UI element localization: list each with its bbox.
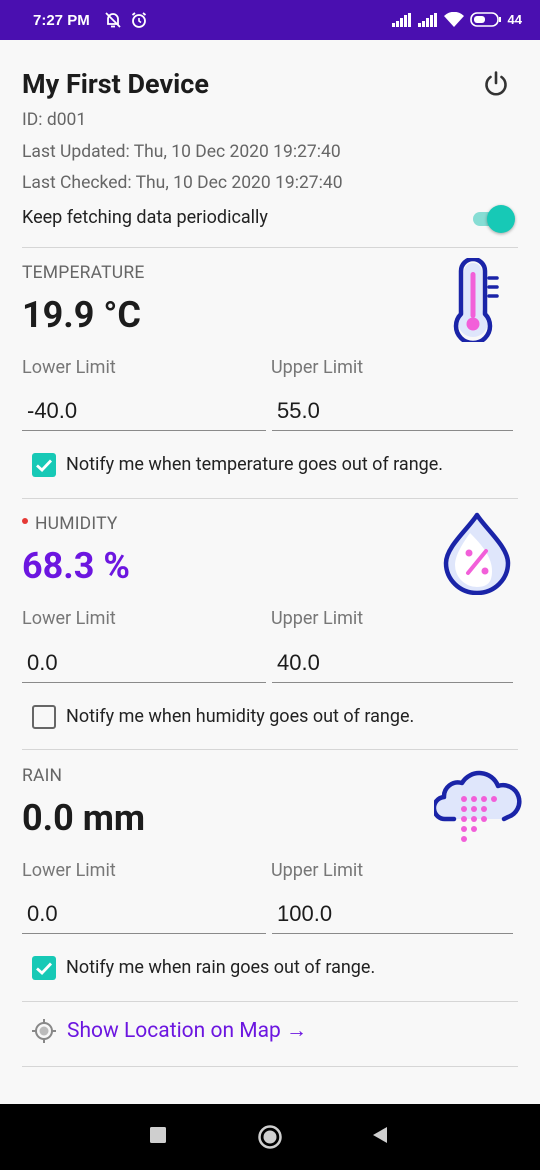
temperature-lower-label: Lower Limit	[22, 357, 116, 378]
humidity-value: 68.3 %	[22, 545, 130, 587]
status-bar: 7:27 PM 44	[0, 0, 540, 40]
humidity-upper-input[interactable]	[272, 643, 513, 683]
checkmark-icon	[36, 459, 53, 472]
temperature-lower-input[interactable]	[22, 391, 266, 431]
back-icon[interactable]	[371, 1126, 389, 1144]
temperature-value: 19.9 °C	[22, 294, 141, 336]
device-id: ID: d001	[22, 110, 87, 130]
alarm-icon	[131, 12, 147, 28]
status-icons-right: 44	[391, 12, 522, 27]
alert-dot	[22, 518, 28, 525]
checkmark-icon	[36, 962, 53, 975]
temperature-upper-input[interactable]	[272, 391, 513, 431]
humidity-lower-label: Lower Limit	[22, 608, 116, 629]
status-icons-left	[104, 11, 148, 29]
power-icon[interactable]	[482, 70, 510, 98]
recents-icon[interactable]	[149, 1126, 167, 1144]
status-time: 7:27 PM	[33, 12, 90, 29]
last-checked: Last Checked: Thu, 10 Dec 2020 19:27:40	[22, 173, 343, 193]
divider	[22, 498, 518, 499]
toggle-knob	[487, 205, 515, 233]
rain-label: RAIN	[22, 766, 63, 786]
humidity-label: HUMIDITY	[35, 514, 118, 534]
thermometer-icon	[453, 258, 499, 342]
divider	[22, 749, 518, 750]
location-target-icon	[32, 1019, 56, 1043]
divider	[22, 1066, 518, 1067]
battery-icon	[469, 12, 501, 27]
rain-lower-label: Lower Limit	[22, 860, 116, 881]
temperature-notify-label: Notify me when temperature goes out of r…	[66, 454, 444, 475]
wifi-icon	[443, 12, 464, 27]
humidity-drop-icon	[443, 512, 511, 595]
rain-upper-label: Upper Limit	[271, 860, 364, 881]
humidity-lower-input[interactable]	[22, 643, 266, 683]
keep-fetching-label: Keep fetching data periodically	[22, 207, 268, 228]
rain-notify-checkbox[interactable]	[32, 956, 56, 980]
divider	[22, 247, 518, 248]
rain-notify-label: Notify me when rain goes out of range.	[66, 957, 376, 978]
device-details: My First Device ID: d001 Last Updated: T…	[0, 40, 540, 1104]
last-updated: Last Updated: Thu, 10 Dec 2020 19:27:40	[22, 142, 341, 162]
humidity-upper-label: Upper Limit	[271, 608, 364, 629]
rain-lower-input[interactable]	[22, 894, 266, 934]
navigation-bar	[0, 1104, 540, 1170]
humidity-notify-checkbox[interactable]	[32, 705, 56, 729]
temperature-upper-label: Upper Limit	[271, 357, 364, 378]
temperature-notify-checkbox[interactable]	[32, 453, 56, 477]
rain-upper-input[interactable]	[272, 894, 513, 934]
keep-fetching-toggle[interactable]	[469, 203, 515, 233]
rain-value: 0.0 mm	[22, 797, 146, 839]
humidity-notify-label: Notify me when humidity goes out of rang…	[66, 706, 415, 727]
show-location-label: Show Location on Map →	[67, 1019, 308, 1043]
do-not-disturb-icon	[105, 12, 121, 28]
show-location-link[interactable]: Show Location on Map →	[31, 1018, 307, 1044]
temperature-label: TEMPERATURE	[22, 263, 145, 283]
humidity-label-row: HUMIDITY	[22, 514, 118, 534]
home-icon[interactable]	[257, 1124, 283, 1150]
divider	[22, 1001, 518, 1002]
battery-level: 44	[507, 12, 522, 27]
signal-icon	[417, 12, 437, 27]
device-title: My First Device	[22, 68, 209, 100]
signal-icon	[391, 12, 411, 27]
rain-cloud-icon	[434, 770, 522, 842]
